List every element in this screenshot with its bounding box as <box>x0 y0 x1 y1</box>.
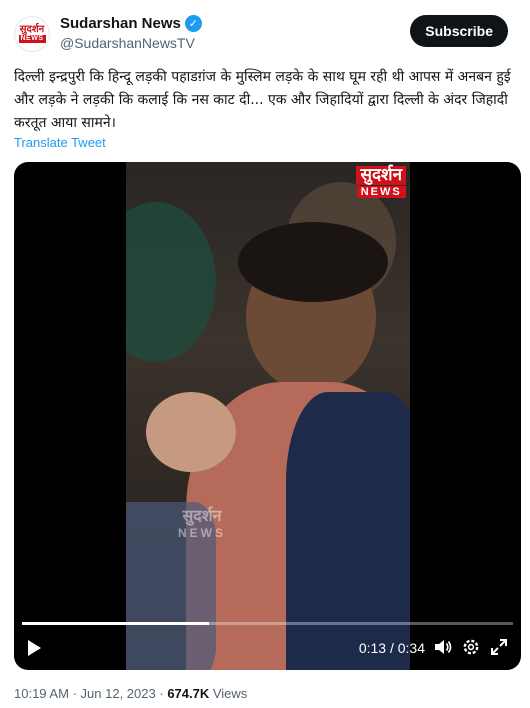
avatar-logo-subtext: NEWS <box>18 35 46 43</box>
avatar[interactable]: सुदर्शन NEWS <box>14 16 50 52</box>
meta-separator: · <box>72 686 77 701</box>
verified-badge-icon[interactable]: ✓ <box>184 15 202 32</box>
volume-icon[interactable] <box>433 637 453 657</box>
tweet-header: सुदर्शन NEWS Sudarshan News ✓ @Sudarshan… <box>14 14 516 54</box>
settings-icon[interactable] <box>461 637 481 657</box>
logo-subtext: NEWS <box>356 186 406 198</box>
video-controls: 0:13 / 0:34 <box>14 620 521 670</box>
hands-shape <box>146 392 236 472</box>
watermark-text: सुदर्शन <box>182 506 222 525</box>
account-handle[interactable]: @SudarshanNewsTV <box>60 35 202 51</box>
channel-watermark: सुदर्शन NEWS <box>178 504 226 540</box>
tweet-text: दिल्ली इन्द्रपुरी कि हिन्दू लड़की पहाडग़… <box>14 69 511 131</box>
channel-logo-overlay: सुदर्शन NEWS <box>356 166 406 198</box>
video-progress-fill <box>22 622 209 625</box>
subject-hair-shape <box>238 222 388 302</box>
account-names: Sudarshan News ✓ @SudarshanNewsTV <box>60 15 202 51</box>
play-icon[interactable] <box>24 638 44 658</box>
video-player[interactable]: सुदर्शन NEWS सुदर्शन NEWS 0:13 / 0:34 <box>14 162 521 670</box>
background-person-shape <box>126 202 216 362</box>
logo-text: सुदर्शन <box>356 166 406 185</box>
tweet-time[interactable]: 10:19 AM <box>14 686 69 701</box>
views-label: Views <box>212 686 248 701</box>
subscribe-button[interactable]: Subscribe <box>410 15 508 47</box>
watermark-subtext: NEWS <box>178 526 226 540</box>
video-progress-bar[interactable] <box>22 622 513 625</box>
tweet-meta: 10:19 AM · Jun 12, 2023 · 674.7K Views <box>14 686 247 701</box>
tweet-date[interactable]: Jun 12, 2023 <box>81 686 156 701</box>
fullscreen-icon[interactable] <box>489 637 509 657</box>
video-frame[interactable]: सुदर्शन NEWS सुदर्शन NEWS <box>126 162 410 670</box>
display-name[interactable]: Sudarshan News <box>60 15 181 32</box>
display-name-row[interactable]: Sudarshan News ✓ <box>60 15 202 32</box>
video-timecode: 0:13 / 0:34 <box>358 640 425 656</box>
views-count: 674.7K <box>167 686 210 701</box>
translate-tweet-link[interactable]: Translate Tweet <box>14 135 106 150</box>
meta-separator: · <box>159 686 164 701</box>
avatar-logo-text: सुदर्शन <box>19 24 45 35</box>
